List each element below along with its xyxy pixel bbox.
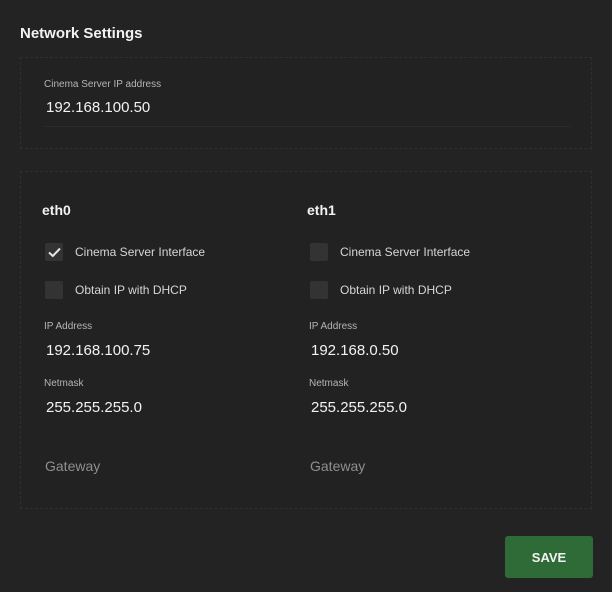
checkbox-box[interactable] <box>45 243 63 261</box>
cinema-server-ip-input[interactable]: 192.168.100.50 <box>46 99 150 116</box>
checkbox-label: Cinema Server Interface <box>75 245 206 259</box>
checkbox-box[interactable] <box>310 243 328 261</box>
eth1-netmask-label: Netmask <box>309 378 349 389</box>
checkbox-box[interactable] <box>310 281 328 299</box>
checkbox-label: Obtain IP with DHCP <box>340 283 452 297</box>
page-title: Network Settings <box>20 25 143 42</box>
eth1-netmask-input[interactable]: 255.255.255.0 <box>311 399 407 416</box>
eth0-ip-input[interactable]: 192.168.100.75 <box>46 342 150 359</box>
eth0-ip-label: IP Address <box>44 321 93 332</box>
eth1-title: eth1 <box>307 202 336 218</box>
eth0-cinema-interface-checkbox[interactable]: Cinema Server Interface <box>45 243 205 261</box>
checkbox-box[interactable] <box>45 281 63 299</box>
eth0-netmask-input[interactable]: 255.255.255.0 <box>46 399 142 416</box>
checkbox-label: Obtain IP with DHCP <box>75 283 187 297</box>
eth1-cinema-interface-checkbox[interactable]: Cinema Server Interface <box>310 243 470 261</box>
eth1-ip-input[interactable]: 192.168.0.50 <box>311 342 399 359</box>
divider <box>44 126 571 127</box>
eth1-ip-label: IP Address <box>309 321 358 332</box>
interfaces-panel: eth0 Cinema Server Interface Obtain IP w… <box>20 171 592 509</box>
eth0-title: eth0 <box>42 202 71 218</box>
eth0-netmask-label: Netmask <box>44 378 84 389</box>
cinema-server-panel: Cinema Server IP address 192.168.100.50 <box>20 57 592 149</box>
eth0-dhcp-checkbox[interactable]: Obtain IP with DHCP <box>45 281 187 299</box>
eth0-gateway-input[interactable]: Gateway <box>45 458 100 474</box>
check-icon <box>47 247 61 257</box>
eth1-gateway-input[interactable]: Gateway <box>310 458 365 474</box>
cinema-server-ip-label: Cinema Server IP address <box>44 79 162 90</box>
eth1-dhcp-checkbox[interactable]: Obtain IP with DHCP <box>310 281 452 299</box>
checkbox-label: Cinema Server Interface <box>340 245 471 259</box>
save-button[interactable]: SAVE <box>505 536 593 578</box>
